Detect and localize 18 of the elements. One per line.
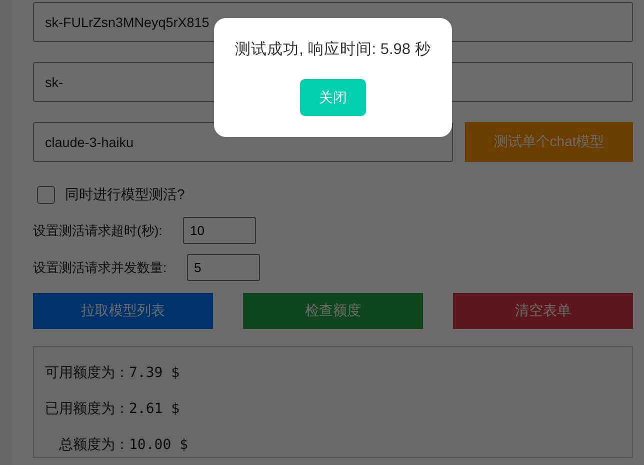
concurrency-field[interactable]: 5 [187,254,260,281]
quota-amount: 10.00 $ [129,437,188,453]
action-button[interactable]: 拉取模型列表 [33,293,213,329]
quota-label: 总额度为： [58,436,129,454]
checkbox-label: 同时进行模型测活? [65,186,185,204]
dialog-message: 测试成功, 响应时间: 5.98 秒 [235,40,431,60]
timeout-field[interactable]: 10 [183,217,256,244]
timeout-label: 设置测活请求超时(秒): [33,222,164,240]
action-button[interactable]: 清空表单 [453,293,633,329]
close-button[interactable]: 关闭 [300,79,366,116]
test-model-button[interactable]: 测试单个chat模型 [465,122,633,162]
action-button[interactable]: 检查额度 [243,293,423,329]
quota-amount: 2.61 $ [129,401,181,417]
quota-label: 已用额度为： [45,400,129,418]
quota-label: 可用额度为： [45,364,129,382]
concurrency-label: 设置测活请求并发数量: [33,258,168,276]
quota-amount: 7.39 $ [129,365,181,381]
checkbox[interactable] [37,186,55,204]
